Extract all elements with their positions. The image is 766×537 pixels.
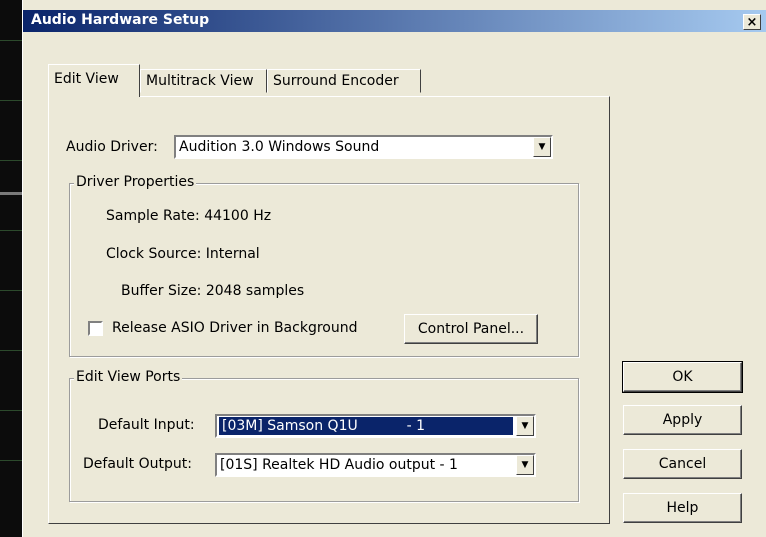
edit-view-ports-legend: Edit View Ports (74, 369, 183, 385)
close-icon: × (746, 15, 758, 30)
tab-label: Multitrack View (146, 73, 254, 89)
background-gridline (0, 100, 22, 101)
tab-label: Surround Encoder (273, 73, 399, 89)
tab-surround-encoder[interactable]: Surround Encoder (267, 69, 421, 93)
control-panel-button[interactable]: Control Panel... (404, 314, 538, 344)
cancel-button[interactable]: Cancel (623, 449, 742, 479)
ok-button[interactable]: OK (622, 361, 743, 393)
tab-multitrack-view[interactable]: Multitrack View (140, 69, 267, 93)
background-gridline (0, 410, 22, 411)
background-gridline (0, 350, 22, 351)
default-input-select[interactable]: [03M] Samson Q1U - 1 ▼ (215, 414, 536, 438)
default-output-label: Default Output: (83, 456, 192, 472)
release-asio-label[interactable]: Release ASIO Driver in Background (112, 320, 357, 336)
audio-driver-label: Audio Driver: (66, 139, 158, 155)
background-gridline (0, 290, 22, 291)
chevron-down-icon[interactable]: ▼ (516, 416, 534, 436)
buffer-size-text: Buffer Size: 2048 samples (121, 283, 305, 299)
background-gridline (0, 40, 22, 41)
background-gridline (0, 460, 22, 461)
default-output-value: [01S] Realtek HD Audio output - 1 (220, 457, 458, 473)
close-button[interactable]: × (743, 14, 761, 30)
cancel-label: Cancel (658, 456, 707, 472)
apply-button[interactable]: Apply (623, 405, 742, 435)
tab-label: Edit View (54, 71, 119, 87)
background-marker (0, 192, 22, 195)
help-label: Help (666, 500, 699, 516)
edit-view-ports-group: Edit View Ports Default Input: [03M] Sam… (69, 369, 579, 502)
audio-driver-select[interactable]: Audition 3.0 Windows Sound ▼ (174, 135, 553, 159)
driver-properties-legend: Driver Properties (74, 174, 197, 190)
tab-edit-view[interactable]: Edit View (48, 64, 140, 97)
background-app-strip (0, 0, 22, 537)
title-bar[interactable]: Audio Hardware Setup × (23, 10, 766, 32)
ok-label: OK (672, 369, 693, 385)
clock-source-text: Clock Source: Internal (106, 246, 260, 262)
help-button[interactable]: Help (623, 493, 742, 523)
audio-driver-value: Audition 3.0 Windows Sound (179, 139, 380, 155)
default-output-select[interactable]: [01S] Realtek HD Audio output - 1 ▼ (215, 453, 536, 477)
chevron-down-icon[interactable]: ▼ (533, 137, 551, 157)
apply-label: Apply (662, 412, 703, 428)
chevron-down-icon[interactable]: ▼ (516, 455, 534, 475)
tab-panel-edit-view: Audio Driver: Audition 3.0 Windows Sound… (48, 96, 610, 524)
driver-properties-group: Driver Properties Sample Rate: 44100 Hz … (69, 174, 579, 357)
sample-rate-text: Sample Rate: 44100 Hz (106, 208, 272, 224)
window-title: Audio Hardware Setup (31, 12, 210, 28)
default-input-label: Default Input: (98, 417, 195, 433)
background-gridline (0, 230, 22, 231)
control-panel-label: Control Panel... (417, 321, 525, 337)
background-gridline (0, 160, 22, 161)
default-input-value: [03M] Samson Q1U - 1 (219, 417, 513, 435)
release-asio-checkbox[interactable] (88, 321, 103, 336)
audio-hardware-setup-dialog: Audio Hardware Setup × Edit View Multitr… (22, 0, 766, 537)
